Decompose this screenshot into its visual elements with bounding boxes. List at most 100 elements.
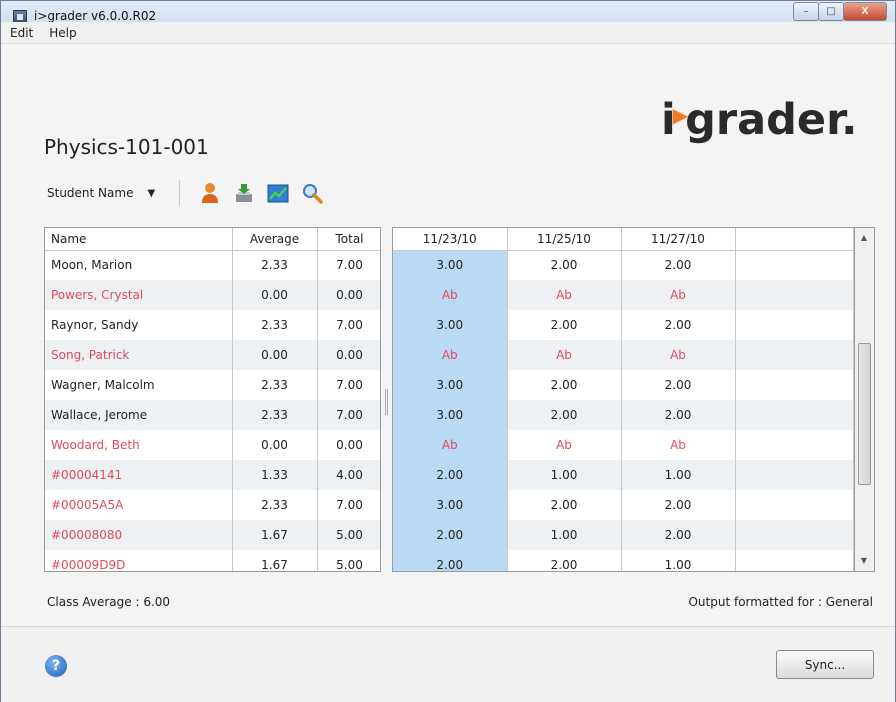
table-row[interactable]: 3.00 2.00 2.00 <box>393 250 854 280</box>
score-cell[interactable]: 1.00 <box>507 520 622 550</box>
score-cell[interactable]: 2.00 <box>507 400 622 430</box>
average-cell[interactable]: 1.67 <box>232 550 318 571</box>
student-icon[interactable] <box>199 182 221 204</box>
score-cell[interactable]: Ab <box>507 340 622 370</box>
score-cell[interactable]: Ab <box>507 430 622 460</box>
score-cell[interactable]: 2.00 <box>621 520 736 550</box>
sync-button[interactable]: Sync... <box>776 650 874 679</box>
menu-help[interactable]: Help <box>46 24 79 42</box>
score-cell[interactable]: 1.00 <box>621 460 736 490</box>
table-row[interactable]: Ab Ab Ab <box>393 430 854 460</box>
total-cell[interactable]: 7.00 <box>317 250 380 280</box>
score-cell[interactable]: 3.00 <box>393 250 508 280</box>
score-cell[interactable]: Ab <box>393 280 508 310</box>
score-cell[interactable]: 2.00 <box>621 370 736 400</box>
grid-splitter[interactable] <box>385 389 388 415</box>
average-cell[interactable]: 2.33 <box>232 370 318 400</box>
average-cell[interactable]: 1.67 <box>232 520 318 550</box>
table-row[interactable]: Moon, Marion 2.33 7.00 <box>45 250 380 280</box>
score-cell[interactable]: 1.00 <box>507 460 622 490</box>
average-cell[interactable]: 0.00 <box>232 430 318 460</box>
table-row[interactable]: Song, Patrick 0.00 0.00 <box>45 340 380 370</box>
student-name-cell[interactable]: Wagner, Malcolm <box>45 370 233 400</box>
score-cell[interactable]: 3.00 <box>393 400 508 430</box>
student-name-cell[interactable]: Powers, Crystal <box>45 280 233 310</box>
sort-by-dropdown[interactable]: Student Name ▼ <box>47 186 155 200</box>
score-cell[interactable]: 2.00 <box>507 250 622 280</box>
table-row[interactable]: 3.00 2.00 2.00 <box>393 370 854 400</box>
total-cell[interactable]: 5.00 <box>317 550 380 571</box>
chart-icon[interactable] <box>267 182 289 204</box>
table-row[interactable]: Wallace, Jerome 2.33 7.00 <box>45 400 380 430</box>
table-row[interactable]: Powers, Crystal 0.00 0.00 <box>45 280 380 310</box>
score-cell[interactable]: Ab <box>393 430 508 460</box>
table-row[interactable]: #00009D9D 1.67 5.00 <box>45 550 380 571</box>
table-row[interactable]: 2.00 2.00 1.00 <box>393 550 854 571</box>
score-cell[interactable]: 2.00 <box>621 400 736 430</box>
table-row[interactable]: Ab Ab Ab <box>393 340 854 370</box>
scores-grid[interactable]: 11/23/10 11/25/10 11/27/10 3.00 2.00 2.00 A… <box>392 227 855 572</box>
table-row[interactable]: Wagner, Malcolm 2.33 7.00 <box>45 370 380 400</box>
student-name-cell[interactable]: Raynor, Sandy <box>45 310 233 340</box>
student-name-cell[interactable]: Wallace, Jerome <box>45 400 233 430</box>
minimize-button[interactable]: – <box>793 2 819 21</box>
score-cell[interactable]: 2.00 <box>393 550 508 571</box>
total-cell[interactable]: 5.00 <box>317 520 380 550</box>
column-header-average[interactable]: Average <box>232 228 318 251</box>
student-name-cell[interactable]: #00008080 <box>45 520 233 550</box>
close-button[interactable]: X <box>843 2 887 21</box>
menu-edit[interactable]: Edit <box>7 24 36 42</box>
student-name-cell[interactable]: Song, Patrick <box>45 340 233 370</box>
table-row[interactable]: #00004141 1.33 4.00 <box>45 460 380 490</box>
score-cell[interactable]: 3.00 <box>393 310 508 340</box>
total-cell[interactable]: 7.00 <box>317 400 380 430</box>
score-cell[interactable]: 2.00 <box>621 250 736 280</box>
total-cell[interactable]: 0.00 <box>317 280 380 310</box>
score-cell[interactable]: 3.00 <box>393 490 508 520</box>
table-row[interactable]: 2.00 1.00 1.00 <box>393 460 854 490</box>
table-row[interactable]: #00008080 1.67 5.00 <box>45 520 380 550</box>
import-icon[interactable] <box>233 182 255 204</box>
table-row[interactable]: Ab Ab Ab <box>393 280 854 310</box>
average-cell[interactable]: 0.00 <box>232 280 318 310</box>
score-cell[interactable]: 2.00 <box>507 550 622 571</box>
average-cell[interactable]: 0.00 <box>232 340 318 370</box>
column-header-date[interactable]: 11/23/10 <box>393 228 508 251</box>
score-cell[interactable]: Ab <box>507 280 622 310</box>
column-header-total[interactable]: Total <box>317 228 380 251</box>
table-row[interactable]: Raynor, Sandy 2.33 7.00 <box>45 310 380 340</box>
student-grid[interactable]: Name Average Total Moon, Marion 2.33 7.00 P… <box>44 227 381 572</box>
average-cell[interactable]: 1.33 <box>232 460 318 490</box>
score-cell[interactable]: 2.00 <box>507 490 622 520</box>
scroll-up-icon[interactable]: ▲ <box>855 230 873 246</box>
score-cell[interactable]: Ab <box>621 430 736 460</box>
table-row[interactable]: Woodard, Beth 0.00 0.00 <box>45 430 380 460</box>
total-cell[interactable]: 4.00 <box>317 460 380 490</box>
score-cell[interactable]: 2.00 <box>393 460 508 490</box>
scroll-down-icon[interactable]: ▼ <box>855 553 873 569</box>
table-row[interactable]: 2.00 1.00 2.00 <box>393 520 854 550</box>
table-row[interactable]: 3.00 2.00 2.00 <box>393 400 854 430</box>
total-cell[interactable]: 0.00 <box>317 340 380 370</box>
total-cell[interactable]: 0.00 <box>317 430 380 460</box>
table-row[interactable]: #00005A5A 2.33 7.00 <box>45 490 380 520</box>
score-cell[interactable]: 2.00 <box>621 490 736 520</box>
score-cell[interactable]: Ab <box>621 340 736 370</box>
column-header-date[interactable]: 11/27/10 <box>621 228 736 251</box>
score-cell[interactable]: 1.00 <box>621 550 736 571</box>
student-name-cell[interactable]: Woodard, Beth <box>45 430 233 460</box>
total-cell[interactable]: 7.00 <box>317 370 380 400</box>
student-name-cell[interactable]: #00004141 <box>45 460 233 490</box>
average-cell[interactable]: 2.33 <box>232 250 318 280</box>
score-cell[interactable]: 2.00 <box>393 520 508 550</box>
table-row[interactable]: 3.00 2.00 2.00 <box>393 310 854 340</box>
average-cell[interactable]: 2.33 <box>232 490 318 520</box>
maximize-button[interactable]: □ <box>818 2 844 21</box>
student-name-cell[interactable]: Moon, Marion <box>45 250 233 280</box>
score-cell[interactable]: 2.00 <box>507 370 622 400</box>
total-cell[interactable]: 7.00 <box>317 310 380 340</box>
table-row[interactable]: 3.00 2.00 2.00 <box>393 490 854 520</box>
score-cell[interactable]: 2.00 <box>507 310 622 340</box>
student-name-cell[interactable]: #00009D9D <box>45 550 233 571</box>
total-cell[interactable]: 7.00 <box>317 490 380 520</box>
